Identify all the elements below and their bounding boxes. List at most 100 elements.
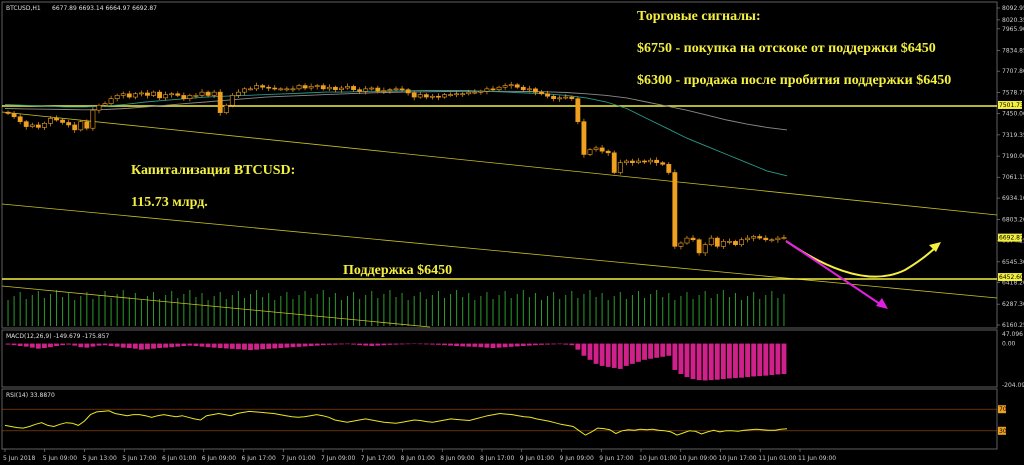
candle-body	[163, 94, 169, 99]
candle-body	[745, 237, 751, 241]
price-tick-label: 7190.00	[1002, 153, 1024, 160]
candle-body	[290, 88, 296, 91]
price-tag-label: 6692.87	[999, 235, 1024, 242]
candle-body	[229, 95, 235, 106]
price-tick-label: 7707.80	[1002, 68, 1024, 75]
candle-body	[145, 92, 150, 96]
candle-body	[714, 237, 720, 247]
candle-body	[138, 92, 144, 95]
candle-body	[478, 91, 484, 93]
candle-body	[151, 91, 156, 96]
candle-body	[242, 88, 247, 93]
candle-body	[490, 88, 496, 91]
candle-body	[248, 88, 253, 91]
candle-body	[769, 239, 775, 242]
candle-body	[720, 241, 726, 247]
time-tick-label: 8 Jun 01:00	[401, 455, 435, 462]
time-tick-label: 6 Jun 17:00	[242, 455, 276, 462]
candle-body	[702, 244, 708, 254]
price-tick-label: 7965.90	[1002, 26, 1024, 33]
rsi-title: RSI(14) 33.8870	[6, 392, 55, 399]
candle-body	[357, 89, 363, 92]
price-tick-label: 7834.85	[1002, 47, 1024, 54]
candle-body	[351, 86, 356, 90]
candle-body	[436, 95, 441, 98]
price-tick-label: 8020.35	[1002, 17, 1024, 24]
candle-body	[442, 94, 447, 98]
candle-body	[581, 121, 587, 155]
candle-body	[514, 84, 520, 88]
candle-body	[187, 95, 193, 99]
price-tick-label: 6287.30	[1002, 301, 1024, 308]
price-tick-label: 8092.95	[1002, 5, 1024, 12]
chart-canvas: 8092.95 8020.35 7965.90 7834.85 7707.80 7578.…	[0, 0, 1024, 465]
candle-body	[648, 159, 654, 163]
price-tick-label: 6160.25	[1002, 322, 1024, 329]
candle-body	[405, 89, 411, 94]
candle-body	[466, 91, 472, 95]
support-label: Поддержка $6450	[343, 263, 452, 278]
candle-body	[623, 160, 629, 163]
time-tick-label: 5 Jun 09:00	[43, 455, 77, 462]
candle-body	[417, 94, 423, 98]
symbol-label: BTCUSD,H1	[6, 5, 41, 12]
candle-body	[599, 147, 605, 152]
candle-body	[5, 111, 11, 114]
price-tick-label: 6934.10	[1002, 195, 1024, 202]
candle-body	[666, 164, 672, 173]
time-tick-label: 11 Jun 09:00	[798, 455, 836, 462]
candle-body	[387, 89, 393, 91]
time-tick-label: 5 Jun 13:00	[83, 455, 117, 462]
candle-body	[157, 91, 163, 99]
candle-body	[199, 91, 205, 96]
candle-body	[708, 237, 714, 245]
price-tag-label: 6452.60	[999, 274, 1024, 281]
time-tick-label: 7 Jun 01:00	[281, 455, 315, 462]
candle-body	[448, 94, 453, 96]
candle-body	[660, 162, 666, 165]
candle-body	[108, 98, 114, 104]
candle-body	[557, 97, 563, 100]
candle-body	[332, 86, 338, 90]
candle-body	[314, 85, 320, 87]
rsi-level-label: 70	[999, 406, 1007, 413]
candle-body	[472, 91, 478, 94]
time-tick-label: 9 Jun 01:00	[520, 455, 554, 462]
macd-tick-label: 47.096	[1002, 331, 1023, 338]
candle-body	[587, 149, 593, 155]
candle-body	[84, 121, 90, 129]
candle-body	[254, 85, 259, 90]
candle-body	[96, 104, 102, 111]
candle-body	[617, 162, 623, 173]
candle-body	[502, 85, 508, 88]
candle-body	[593, 147, 599, 150]
candle-body	[605, 150, 611, 154]
candle-body	[642, 160, 647, 163]
time-tick-label: 6 Jun 09:00	[202, 455, 236, 462]
candle-body	[429, 95, 435, 98]
time-tick-label: 10 Jun 17:00	[719, 455, 757, 462]
candle-body	[751, 236, 757, 239]
candle-body	[29, 124, 35, 127]
price-tick-label: 7450.00	[1002, 110, 1024, 117]
candle-body	[411, 92, 417, 98]
candle-body	[733, 241, 738, 245]
candle-body	[132, 93, 138, 98]
candle-body	[60, 119, 66, 123]
candle-body	[381, 90, 387, 92]
candle-body	[266, 86, 272, 89]
candle-body	[41, 122, 47, 128]
candle-body	[423, 94, 429, 98]
time-tick-label: 9 Jun 17:00	[599, 455, 633, 462]
candle-body	[454, 93, 460, 96]
candle-body	[17, 116, 23, 122]
candle-body	[654, 159, 660, 163]
candle-body	[284, 88, 290, 91]
time-tick-label: 8 Jun 09:00	[440, 455, 474, 462]
candle-body	[169, 93, 175, 96]
candle-body	[181, 95, 187, 99]
candle-body	[302, 85, 308, 89]
time-tick-label: 6 Jun 01:00	[162, 455, 196, 462]
candle-body	[460, 93, 466, 96]
candle-body	[223, 104, 229, 113]
